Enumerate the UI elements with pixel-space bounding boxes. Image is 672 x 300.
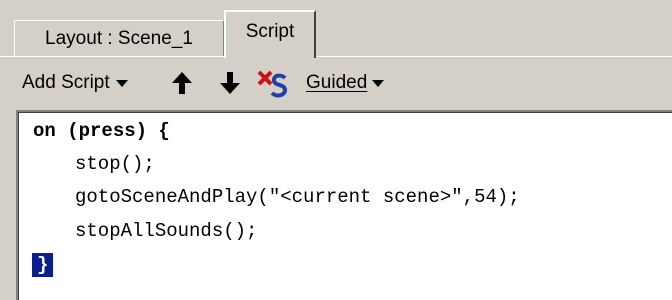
script-editor[interactable]: on (press) { stop(); gotoSceneAndPlay("<… (16, 110, 672, 300)
add-script-label: Add Script (22, 72, 110, 93)
tab-script[interactable]: Script (224, 10, 316, 58)
code-line: stop(); (75, 153, 155, 175)
guided-label: Guided (306, 72, 368, 93)
tab-layout-label: Layout : Scene_1 (45, 28, 193, 49)
down-arrow-icon (220, 72, 240, 94)
tab-script-label: Script (245, 21, 295, 42)
check-syntax-button[interactable] (255, 66, 289, 100)
code-line: stopAllSounds(); (75, 220, 258, 242)
tab-strip: Layout : Scene_1 Script (0, 0, 672, 58)
guided-button[interactable]: Guided (306, 62, 385, 104)
tab-layout[interactable]: Layout : Scene_1 (14, 20, 224, 57)
selected-code-line: } (32, 253, 54, 277)
chevron-down-icon (115, 79, 128, 87)
tab-baseline (0, 56, 672, 57)
up-arrow-icon (172, 72, 192, 94)
move-up-button[interactable] (165, 66, 199, 100)
code-line: gotoSceneAndPlay("<current scene>",54); (75, 186, 520, 208)
move-down-button[interactable] (213, 66, 247, 100)
chevron-down-icon (372, 79, 385, 87)
code-line: on (press) { (33, 120, 170, 142)
check-syntax-icon (257, 70, 288, 98)
add-script-button[interactable]: Add Script (22, 62, 128, 104)
script-toolbar: Add Script Guided (0, 58, 672, 110)
script-editor-frame: on (press) { stop(); gotoSceneAndPlay("<… (18, 112, 672, 300)
